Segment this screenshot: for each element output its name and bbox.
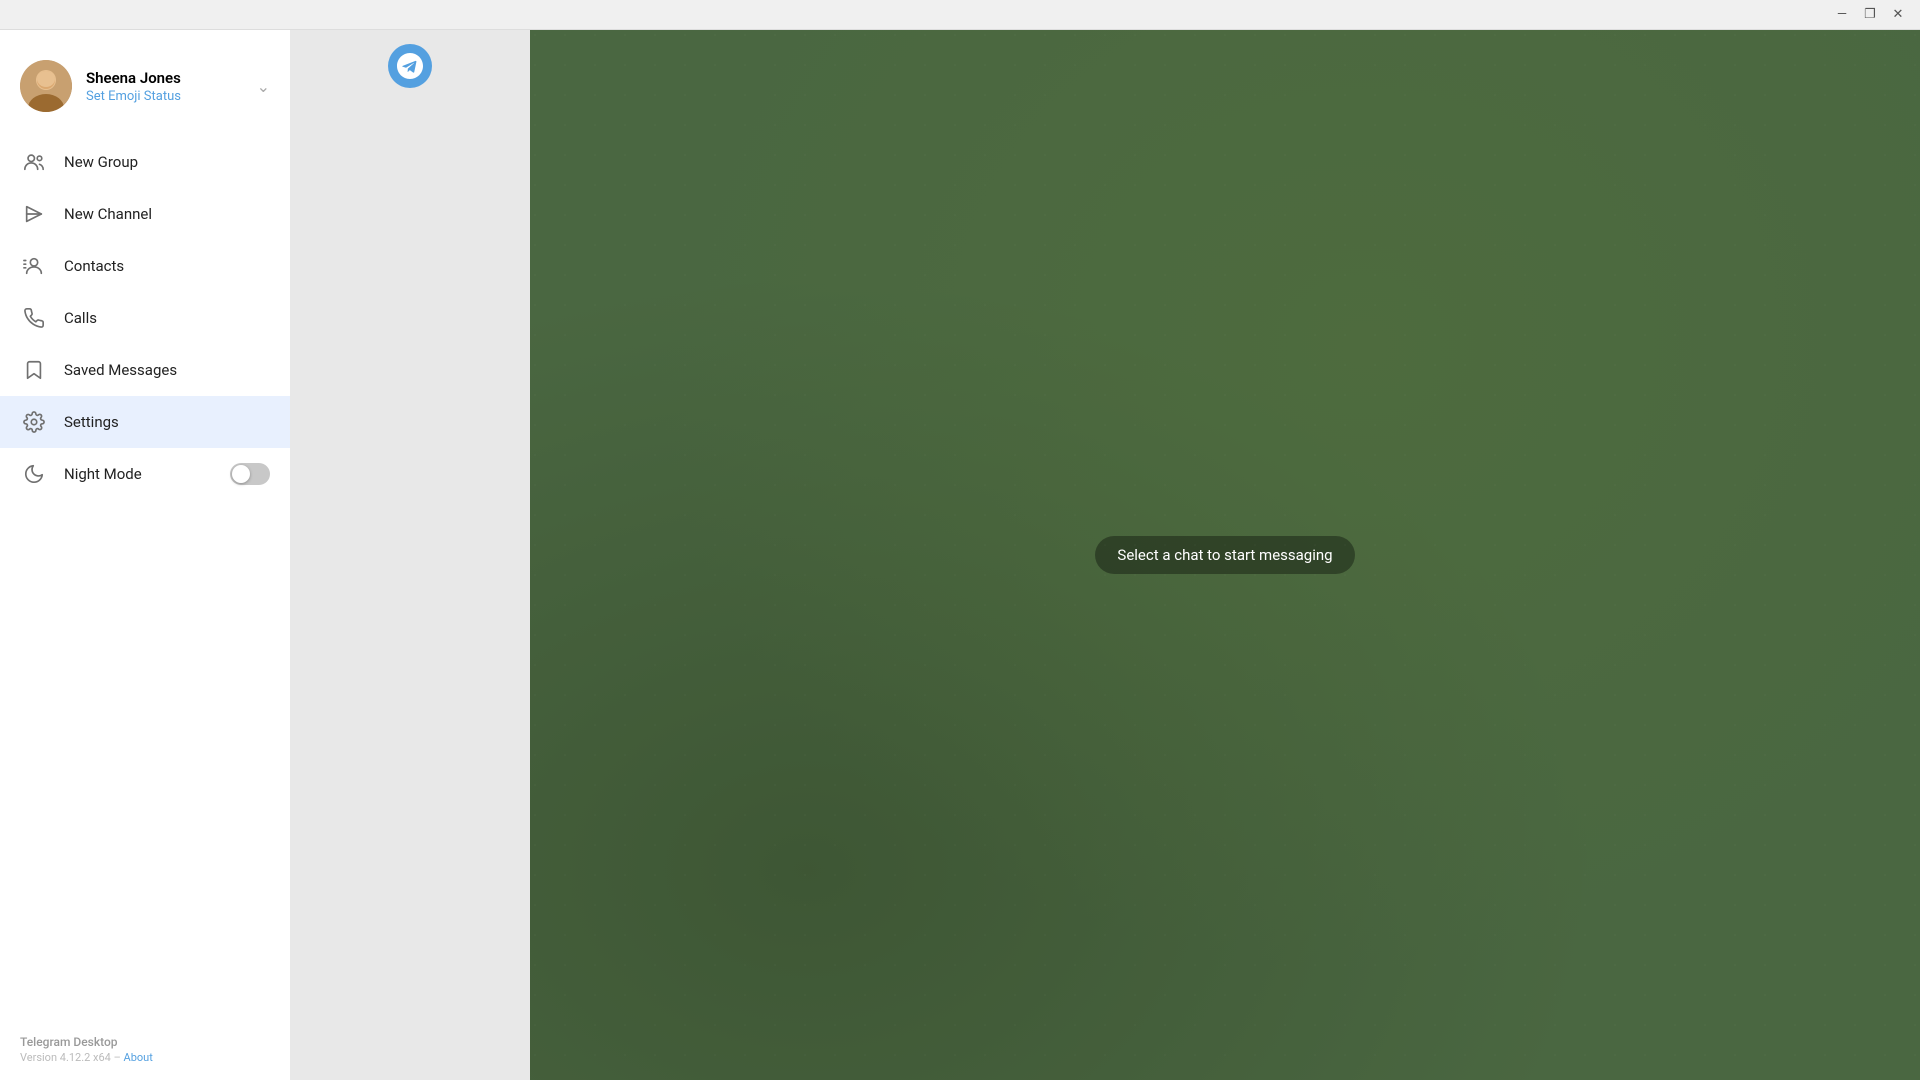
chat-area: Select a chat to start messaging <box>530 30 1920 1080</box>
avatar <box>20 60 72 112</box>
menu-item-new-group-label: New Group <box>64 153 270 171</box>
menu-item-new-channel-label: New Channel <box>64 205 270 223</box>
menu-item-contacts-label: Contacts <box>64 257 270 275</box>
menu-panel: Sheena Jones Set Emoji Status ⌄ New Grou… <box>0 30 290 1080</box>
menu-item-calls[interactable]: Calls <box>0 292 290 344</box>
telegram-logo[interactable] <box>388 44 432 88</box>
menu-item-new-group[interactable]: New Group <box>0 136 290 188</box>
menu-item-saved-messages[interactable]: Saved Messages <box>0 344 290 396</box>
telegram-icon <box>397 53 423 79</box>
contacts-icon <box>20 252 48 280</box>
close-button[interactable]: ✕ <box>1884 5 1912 25</box>
title-bar: — ❐ ✕ <box>0 0 1920 30</box>
calls-icon <box>20 304 48 332</box>
menu-item-calls-label: Calls <box>64 309 270 327</box>
menu-item-settings-label: Settings <box>64 413 270 431</box>
profile-status[interactable]: Set Emoji Status <box>86 89 249 104</box>
bookmark-icon <box>20 356 48 384</box>
group-icon <box>20 148 48 176</box>
main-container: Sheena Jones Set Emoji Status ⌄ New Grou… <box>0 30 1920 1080</box>
minimize-button[interactable]: — <box>1828 5 1856 25</box>
chat-list-panel <box>290 30 530 1080</box>
menu-item-saved-messages-label: Saved Messages <box>64 361 270 379</box>
settings-icon <box>20 408 48 436</box>
avatar-image <box>20 60 72 112</box>
app-name: Telegram Desktop <box>20 1035 270 1049</box>
menu-item-settings[interactable]: Settings <box>0 396 290 448</box>
select-chat-message: Select a chat to start messaging <box>1095 536 1354 574</box>
night-mode-toggle[interactable] <box>230 463 270 485</box>
chevron-down-icon: ⌄ <box>257 77 270 96</box>
channel-icon <box>20 200 48 228</box>
maximize-button[interactable]: ❐ <box>1856 5 1884 25</box>
night-mode-icon <box>20 460 48 488</box>
profile-section[interactable]: Sheena Jones Set Emoji Status ⌄ <box>0 50 290 132</box>
app-version: Version 4.12.2 x64 – About <box>20 1051 270 1064</box>
profile-info: Sheena Jones Set Emoji Status <box>86 69 249 104</box>
menu-footer: Telegram Desktop Version 4.12.2 x64 – Ab… <box>0 1019 290 1080</box>
menu-item-contacts[interactable]: Contacts <box>0 240 290 292</box>
menu-item-night-mode-label: Night Mode <box>64 465 230 483</box>
about-link[interactable]: About <box>124 1051 153 1064</box>
toggle-knob <box>232 465 250 483</box>
profile-name: Sheena Jones <box>86 69 249 87</box>
menu-item-new-channel[interactable]: New Channel <box>0 188 290 240</box>
menu-items: New Group New Channel <box>0 132 290 1019</box>
menu-item-night-mode[interactable]: Night Mode <box>0 448 290 500</box>
